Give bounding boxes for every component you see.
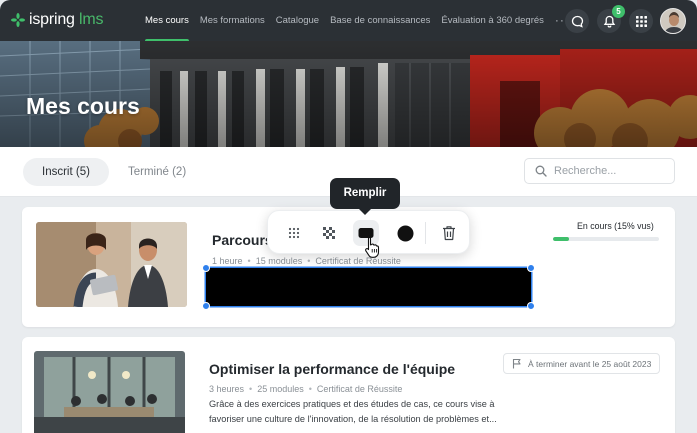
main-nav: Mes cours Mes formations Catalogue Base …: [145, 0, 570, 41]
deadline-text: À terminer avant le 25 août 2023: [528, 358, 652, 369]
fill-tooltip: Remplir: [330, 178, 400, 215]
course-meta: 3 heures • 25 modules • Certificat de Ré…: [209, 384, 402, 394]
chat-bubble-icon: [571, 15, 583, 28]
redaction-fill-shape[interactable]: [206, 268, 531, 306]
nav-item-catalogue[interactable]: Catalogue: [276, 0, 319, 41]
course-duration: 1 heure: [212, 256, 243, 266]
course-title[interactable]: Optimiser la performance de l'équipe: [209, 361, 455, 377]
resize-handle-top-right[interactable]: [527, 264, 535, 272]
blur-dots-icon: [288, 227, 300, 239]
brand-name: ispring lms: [29, 11, 104, 28]
pixelate-tool-button[interactable]: [316, 220, 342, 246]
ispring-logo[interactable]: ispring lms: [11, 11, 103, 29]
chat-button[interactable]: [565, 9, 589, 33]
tab-inscrit[interactable]: Inscrit (5): [23, 158, 109, 186]
progress-bar: [553, 237, 659, 241]
search-icon: [535, 165, 547, 177]
grid-apps-icon: [635, 15, 647, 27]
resize-handle-bottom-right[interactable]: [527, 302, 535, 310]
user-photo-icon: [661, 9, 685, 33]
blur-tool-button[interactable]: [281, 220, 307, 246]
hand-pointer-cursor-icon: [365, 236, 380, 258]
notification-count-badge: 5: [612, 5, 625, 18]
flag-icon: [512, 358, 521, 369]
leaf-logo-icon: [11, 13, 25, 27]
course-thumbnail: [34, 351, 185, 433]
toolbar-divider: [425, 222, 426, 244]
course-description-line: favoriser une culture de l'innovation, d…: [209, 414, 497, 424]
meta-separator: •: [308, 384, 312, 394]
progress-bar-fill: [553, 237, 569, 241]
search-input[interactable]: [554, 165, 664, 177]
meta-separator: •: [247, 256, 251, 266]
office-people-photo: [36, 222, 187, 307]
nav-item-evaluation-360[interactable]: Évaluation à 360 degrés: [441, 0, 543, 41]
resize-handle-bottom-left[interactable]: [202, 302, 210, 310]
meta-separator: •: [249, 384, 253, 394]
page-title: Mes cours: [26, 93, 140, 119]
pixelate-icon: [322, 226, 335, 239]
course-duration: 3 heures: [209, 384, 245, 394]
course-certificate: Certificat de Réussite: [315, 256, 401, 266]
notifications-button[interactable]: 5: [597, 5, 625, 33]
nav-item-mes-cours[interactable]: Mes cours: [145, 0, 189, 41]
search-box[interactable]: [524, 158, 675, 184]
resize-handle-top-left[interactable]: [202, 264, 210, 272]
deadline-badge: À terminer avant le 25 août 2023: [503, 353, 661, 374]
tab-termine[interactable]: Terminé (2): [109, 158, 205, 186]
course-thumbnail: [36, 222, 187, 307]
apps-menu-button[interactable]: [629, 9, 653, 33]
course-description-line: Grâce à des exercices pratiques et des é…: [209, 399, 495, 409]
circle-icon: [397, 225, 413, 241]
trash-icon: [443, 226, 455, 241]
team-meeting-photo: [34, 351, 185, 433]
delete-button[interactable]: [436, 220, 462, 246]
course-title[interactable]: Parcours: [212, 232, 273, 248]
nav-item-mes-formations[interactable]: Mes formations: [200, 0, 265, 41]
progress-status: En cours (15% vus): [577, 221, 654, 231]
meta-separator: •: [307, 256, 311, 266]
course-certificate: Certificat de Réussite: [316, 384, 403, 394]
circle-tool-button[interactable]: [392, 220, 418, 246]
course-modules: 25 modules: [257, 384, 304, 394]
course-card[interactable]: Optimiser la performance de l'équipe 3 h…: [22, 337, 675, 433]
course-modules: 15 modules: [255, 256, 303, 266]
user-avatar[interactable]: [660, 8, 686, 34]
hero-banner: Mes cours: [0, 41, 697, 147]
nav-item-base-de-connaissances[interactable]: Base de connaissances: [330, 0, 430, 41]
top-navigation-bar: ispring lms Mes cours Mes formations Cat…: [0, 0, 697, 41]
course-description: Grâce à des exercices pratiques et des é…: [209, 397, 509, 427]
